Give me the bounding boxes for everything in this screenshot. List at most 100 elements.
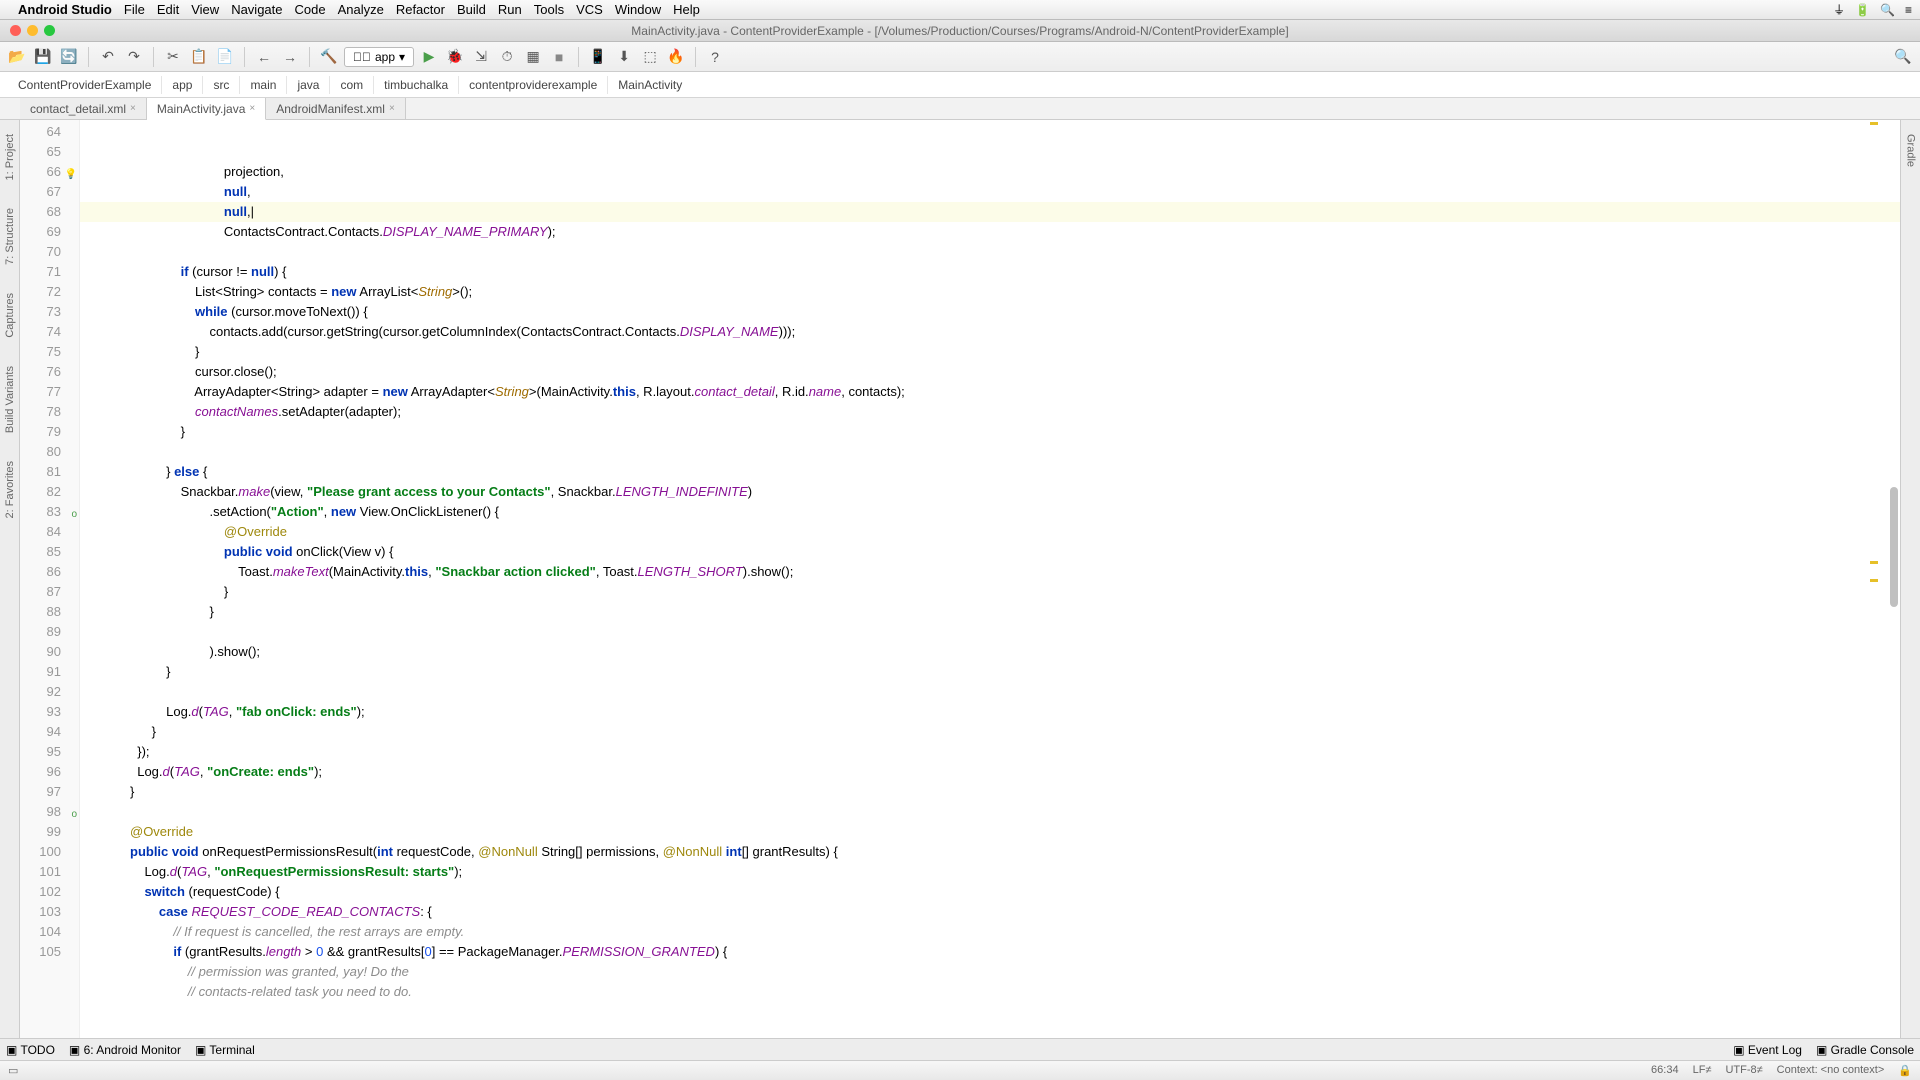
- code-line[interactable]: contactNames.setAdapter(adapter);: [80, 402, 1900, 422]
- lock-icon[interactable]: 🔒: [1898, 1064, 1912, 1077]
- line-number[interactable]: 76: [20, 362, 61, 382]
- line-number[interactable]: 80: [20, 442, 61, 462]
- line-number[interactable]: 100: [20, 842, 61, 862]
- menu-code[interactable]: Code: [295, 2, 326, 17]
- code-line[interactable]: Snackbar.make(view, "Please grant access…: [80, 482, 1900, 502]
- zoom-icon[interactable]: [44, 25, 55, 36]
- menu-navigate[interactable]: Navigate: [231, 2, 282, 17]
- bottom-tab[interactable]: ▣ 6: Android Monitor: [69, 1043, 181, 1057]
- line-number[interactable]: 65: [20, 142, 61, 162]
- breadcrumb-item[interactable]: com: [330, 76, 374, 94]
- menu-help[interactable]: Help: [673, 2, 700, 17]
- line-number[interactable]: 93: [20, 702, 61, 722]
- code-line[interactable]: [80, 442, 1900, 462]
- code-line[interactable]: }: [80, 782, 1900, 802]
- line-number[interactable]: 70: [20, 242, 61, 262]
- layout-icon[interactable]: ⬚: [639, 46, 661, 68]
- make-icon[interactable]: 🔨: [318, 46, 340, 68]
- line-number[interactable]: 89: [20, 622, 61, 642]
- code-line[interactable]: }: [80, 342, 1900, 362]
- help-icon[interactable]: ?: [704, 46, 726, 68]
- editor[interactable]: 646566💡676869707172737475767778798081828…: [20, 120, 1900, 1038]
- line-number[interactable]: 102: [20, 882, 61, 902]
- context-label[interactable]: Context: <no context>: [1777, 1064, 1885, 1077]
- breadcrumb-item[interactable]: main: [240, 76, 287, 94]
- code-area[interactable]: projection, null, null, ContactsContract…: [80, 120, 1900, 1038]
- paste-icon[interactable]: 📄: [214, 46, 236, 68]
- line-number[interactable]: 81: [20, 462, 61, 482]
- code-line[interactable]: if (grantResults.length > 0 && grantResu…: [80, 942, 1900, 962]
- line-number[interactable]: 91: [20, 662, 61, 682]
- vertical-scrollbar[interactable]: [1890, 487, 1898, 607]
- code-line[interactable]: }: [80, 722, 1900, 742]
- run-icon[interactable]: ▶: [418, 46, 440, 68]
- line-number[interactable]: 84: [20, 522, 61, 542]
- save-icon[interactable]: 💾: [32, 46, 54, 68]
- close-tab-icon[interactable]: ×: [389, 103, 395, 114]
- menu-window[interactable]: Window: [615, 2, 661, 17]
- line-number[interactable]: 74: [20, 322, 61, 342]
- gutter[interactable]: 646566💡676869707172737475767778798081828…: [20, 120, 80, 1038]
- warning-marker[interactable]: [1870, 561, 1878, 564]
- menu-edit[interactable]: Edit: [157, 2, 179, 17]
- line-number[interactable]: 75: [20, 342, 61, 362]
- menu-tools[interactable]: Tools: [534, 2, 564, 17]
- toolwindow-tab[interactable]: Gradle: [1903, 130, 1919, 171]
- editor-tab[interactable]: AndroidManifest.xml×: [266, 98, 406, 119]
- code-line[interactable]: } else {: [80, 462, 1900, 482]
- code-line[interactable]: }: [80, 602, 1900, 622]
- search-icon[interactable]: 🔍: [1880, 3, 1895, 17]
- back-icon[interactable]: ←: [253, 46, 275, 68]
- line-number[interactable]: 77: [20, 382, 61, 402]
- undo-icon[interactable]: ↶: [97, 46, 119, 68]
- menu-run[interactable]: Run: [498, 2, 522, 17]
- line-number[interactable]: 101: [20, 862, 61, 882]
- attach-icon[interactable]: ⇲: [470, 46, 492, 68]
- editor-tab[interactable]: contact_detail.xml×: [20, 98, 147, 119]
- app-name[interactable]: Android Studio: [18, 2, 112, 17]
- line-number[interactable]: 68: [20, 202, 61, 222]
- line-number[interactable]: 95: [20, 742, 61, 762]
- notifications-icon[interactable]: ≡: [1905, 3, 1912, 17]
- line-number[interactable]: 96: [20, 762, 61, 782]
- line-number[interactable]: 97: [20, 782, 61, 802]
- code-line[interactable]: // permission was granted, yay! Do the: [80, 962, 1900, 982]
- line-number[interactable]: 72: [20, 282, 61, 302]
- override-icon[interactable]: o: [71, 805, 77, 825]
- code-line[interactable]: ).show();: [80, 642, 1900, 662]
- line-number[interactable]: 73: [20, 302, 61, 322]
- line-number[interactable]: 90: [20, 642, 61, 662]
- code-line[interactable]: Log.d(TAG, "onRequestPermissionsResult: …: [80, 862, 1900, 882]
- line-number[interactable]: 94: [20, 722, 61, 742]
- menu-build[interactable]: Build: [457, 2, 486, 17]
- close-tab-icon[interactable]: ×: [249, 103, 255, 114]
- bottom-tab[interactable]: ▣ TODO: [6, 1043, 55, 1057]
- redo-icon[interactable]: ↷: [123, 46, 145, 68]
- code-line[interactable]: @Override: [80, 522, 1900, 542]
- line-separator[interactable]: LF≠: [1693, 1064, 1712, 1077]
- line-number[interactable]: 104: [20, 922, 61, 942]
- wifi-icon[interactable]: ⏚: [1833, 1, 1845, 18]
- line-number[interactable]: 92: [20, 682, 61, 702]
- intention-bulb-icon[interactable]: 💡: [65, 165, 77, 185]
- menu-refactor[interactable]: Refactor: [396, 2, 445, 17]
- code-line[interactable]: if (cursor != null) {: [80, 262, 1900, 282]
- line-number[interactable]: 103: [20, 902, 61, 922]
- code-line[interactable]: [80, 682, 1900, 702]
- breadcrumb-item[interactable]: src: [203, 76, 240, 94]
- copy-icon[interactable]: 📋: [188, 46, 210, 68]
- code-line[interactable]: null,: [80, 202, 1900, 222]
- menu-analyze[interactable]: Analyze: [338, 2, 384, 17]
- line-number[interactable]: 86: [20, 562, 61, 582]
- battery-icon[interactable]: 🔋: [1855, 3, 1870, 17]
- line-number[interactable]: 71: [20, 262, 61, 282]
- coverage-icon[interactable]: ▦: [522, 46, 544, 68]
- code-line[interactable]: switch (requestCode) {: [80, 882, 1900, 902]
- line-number[interactable]: 67: [20, 182, 61, 202]
- menu-vcs[interactable]: VCS: [576, 2, 603, 17]
- code-line[interactable]: [80, 622, 1900, 642]
- line-number[interactable]: 78: [20, 402, 61, 422]
- breadcrumb-item[interactable]: java: [287, 76, 330, 94]
- menu-view[interactable]: View: [191, 2, 219, 17]
- open-icon[interactable]: 📂: [6, 46, 28, 68]
